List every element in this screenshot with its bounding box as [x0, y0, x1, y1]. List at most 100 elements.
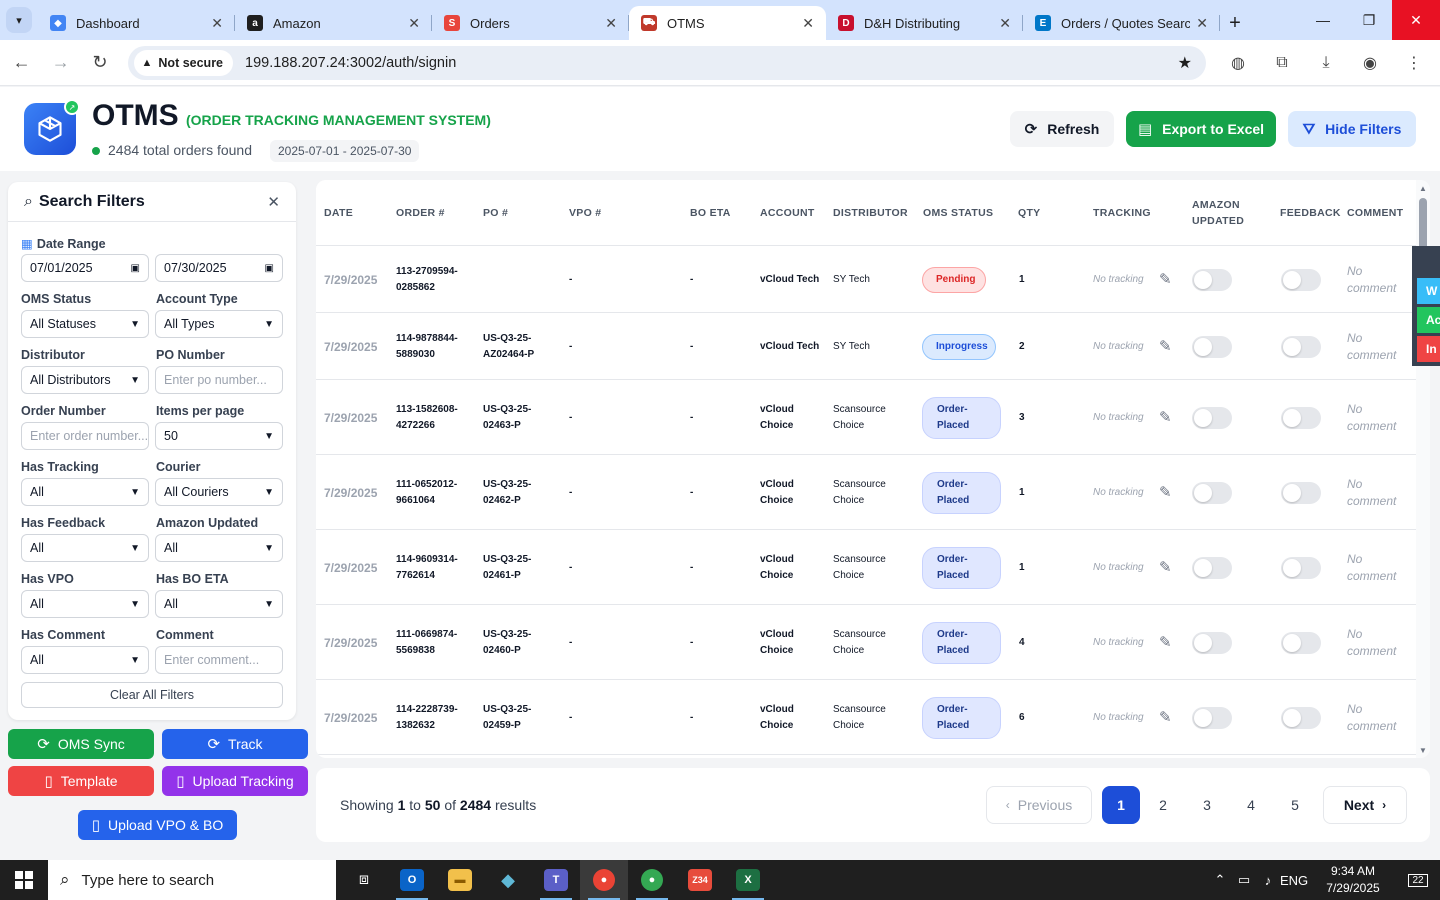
date-from-input[interactable]: 07/01/2025 ▣ — [21, 254, 149, 282]
tab-dh-distributing[interactable]: D D&H Distributing ✕ — [826, 6, 1023, 40]
order-number-input[interactable]: Enter order number... — [21, 422, 149, 450]
close-icon[interactable]: ✕ — [999, 15, 1011, 32]
edit-tracking-pencil-icon[interactable]: ✎ — [1159, 483, 1172, 501]
side-peek-w[interactable]: W — [1417, 278, 1440, 304]
download-icon[interactable]: ⤓ — [1308, 45, 1344, 81]
translate-icon[interactable]: ◍ — [1220, 45, 1256, 81]
feedback-toggle[interactable] — [1281, 481, 1321, 504]
security-chip[interactable]: ▲ Not secure — [133, 49, 234, 76]
page-4-button[interactable]: 4 — [1232, 786, 1270, 824]
address-bar[interactable]: ▲ Not secure 199.188.207.24:3002/auth/sig… — [127, 45, 1207, 80]
column-qty[interactable]: QTY — [1018, 205, 1041, 221]
outlook-icon[interactable]: O — [388, 860, 436, 900]
cell-comment[interactable]: No comment — [1347, 263, 1396, 297]
edit-tracking-pencil-icon[interactable]: ✎ — [1159, 708, 1172, 726]
window-close-icon[interactable]: ✕ — [1392, 0, 1440, 40]
file-explorer-icon[interactable]: ▬ — [436, 860, 484, 900]
column-distributor[interactable]: DISTRIBUTOR — [833, 205, 908, 221]
extensions-icon[interactable]: ⧉ — [1264, 45, 1300, 81]
column-tracking[interactable]: TRACKING — [1093, 205, 1151, 221]
excel-icon[interactable]: X — [724, 860, 772, 900]
clear-all-filters-button[interactable]: Clear All Filters — [21, 682, 283, 708]
calendar-icon[interactable]: ▣ — [131, 263, 140, 274]
amazon-updated-toggle[interactable] — [1192, 631, 1232, 654]
has-tracking-select[interactable]: All ▼ — [21, 478, 149, 506]
teams-icon[interactable]: T — [532, 860, 580, 900]
volume-icon[interactable]: ♪ — [1256, 873, 1280, 888]
next-page-button[interactable]: Next › — [1323, 786, 1407, 824]
column-oms-status[interactable]: OMS STATUS — [923, 205, 993, 221]
table-row[interactable]: 7/29/2025 111-0669874- 5569838 US-Q3-25- 024… — [316, 605, 1416, 680]
edit-tracking-pencil-icon[interactable]: ✎ — [1159, 270, 1172, 288]
zoom-icon[interactable]: Z 34 — [676, 860, 724, 900]
oms-sync-button[interactable]: ⟳ OMS Sync — [8, 729, 154, 759]
cell-comment[interactable]: No comment — [1347, 476, 1396, 510]
edit-tracking-pencil-icon[interactable]: ✎ — [1159, 633, 1172, 651]
account-type-select[interactable]: All Types ▼ — [155, 310, 283, 338]
column-vpo[interactable]: VPO # — [569, 205, 601, 221]
close-icon[interactable]: ✕ — [802, 15, 814, 32]
minimize-icon[interactable]: — — [1300, 0, 1346, 40]
feedback-toggle[interactable] — [1281, 556, 1321, 579]
network-icon[interactable]: ▭ — [1232, 872, 1256, 888]
close-icon[interactable]: ✕ — [408, 15, 420, 32]
amazon-updated-toggle[interactable] — [1192, 406, 1232, 429]
cell-comment[interactable]: No comment — [1347, 551, 1396, 585]
courier-select[interactable]: All Couriers ▼ — [155, 478, 283, 506]
amazon-updated-toggle[interactable] — [1192, 556, 1232, 579]
tab-dashboard[interactable]: ◆ Dashboard ✕ — [38, 6, 235, 40]
page-3-button[interactable]: 3 — [1188, 786, 1226, 824]
table-row[interactable]: 7/29/2025 114-9609314- 7762614 US-Q3-25- 024… — [316, 530, 1416, 605]
system-clock[interactable]: 9:34 AM 7/29/2025 — [1310, 863, 1396, 897]
column-comment[interactable]: COMMENT — [1347, 205, 1403, 221]
calendar-icon[interactable]: ▣ — [265, 263, 274, 274]
amazon-updated-toggle[interactable] — [1192, 335, 1232, 358]
tab-otms[interactable]: ⛟ OTMS ✕ — [629, 6, 826, 40]
has-vpo-select[interactable]: All ▼ — [21, 590, 149, 618]
amazon-updated-toggle[interactable] — [1192, 268, 1232, 291]
url-text[interactable]: 199.188.207.24:3002/auth/signin — [245, 55, 1178, 71]
upload-tracking-button[interactable]: ▯ Upload Tracking — [162, 766, 308, 796]
cell-comment[interactable]: No comment — [1347, 330, 1396, 364]
table-row[interactable]: 7/29/2025 113-1582608- 4272266 US-Q3-25- 024… — [316, 380, 1416, 455]
edit-tracking-pencil-icon[interactable]: ✎ — [1159, 408, 1172, 426]
reload-icon[interactable]: ↻ — [82, 45, 117, 81]
new-tab-button[interactable]: + — [1220, 6, 1250, 40]
cell-comment[interactable]: No comment — [1347, 701, 1396, 735]
scroll-up-icon[interactable]: ▲ — [1419, 184, 1427, 193]
items-per-page-select[interactable]: 50 ▼ — [155, 422, 283, 450]
page-2-button[interactable]: 2 — [1144, 786, 1182, 824]
tab-orders-quotes-search[interactable]: E Orders / Quotes Search ✕ — [1023, 6, 1220, 40]
amazon-updated-toggle[interactable] — [1192, 706, 1232, 729]
language-icon[interactable]: ENG — [1280, 873, 1308, 888]
more-menu-icon[interactable]: ⋮ — [1396, 45, 1432, 81]
cell-comment[interactable]: No comment — [1347, 626, 1396, 660]
chevron-up-icon[interactable]: ⌃ — [1208, 872, 1232, 888]
feedback-toggle[interactable] — [1281, 631, 1321, 654]
tab-search-button[interactable]: ▾ — [0, 0, 38, 40]
date-to-input[interactable]: 07/30/2025 ▣ — [155, 254, 283, 282]
tab-orders[interactable]: S Orders ✕ — [432, 6, 629, 40]
page-1-button[interactable]: 1 — [1102, 786, 1140, 824]
cell-comment[interactable]: No comment — [1347, 401, 1396, 435]
forward-icon[interactable]: → — [43, 45, 78, 81]
column-po[interactable]: PO # — [483, 205, 508, 221]
table-row[interactable]: 7/29/2025 111-0652012- 9661064 US-Q3-25- 024… — [316, 455, 1416, 530]
previous-page-button[interactable]: ‹ Previous — [986, 786, 1092, 824]
page-5-button[interactable]: 5 — [1276, 786, 1314, 824]
app-diamond-icon[interactable]: ◆ — [484, 860, 532, 900]
column-account[interactable]: ACCOUNT — [760, 205, 815, 221]
column-date[interactable]: DATE — [324, 205, 353, 221]
close-filters-icon[interactable]: ✕ — [267, 193, 280, 211]
amazon-updated-select[interactable]: All ▼ — [155, 534, 283, 562]
scroll-down-icon[interactable]: ▼ — [1419, 746, 1427, 755]
has-feedback-select[interactable]: All ▼ — [21, 534, 149, 562]
edit-tracking-pencil-icon[interactable]: ✎ — [1159, 558, 1172, 576]
chrome-icon[interactable]: ● — [580, 860, 628, 900]
close-icon[interactable]: ✕ — [211, 15, 223, 32]
notification-center-icon[interactable]: 22 — [1396, 873, 1440, 887]
chrome-profile-icon[interactable]: ● — [628, 860, 676, 900]
template-button[interactable]: ▯ Template — [8, 766, 154, 796]
oms-status-select[interactable]: All Statuses ▼ — [21, 310, 149, 338]
profile-icon[interactable]: ◉ — [1352, 45, 1388, 81]
